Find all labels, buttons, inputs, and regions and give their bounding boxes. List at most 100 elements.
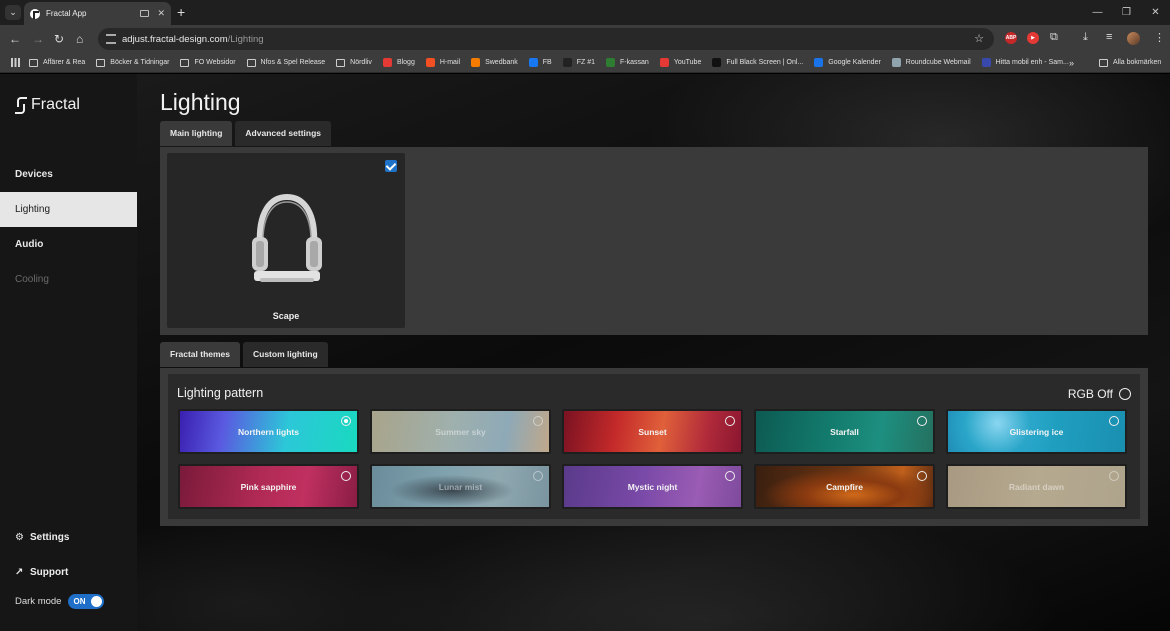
device-panel: Scape (160, 147, 1148, 335)
all-bookmarks[interactable]: Alla bokmärken (1099, 58, 1161, 67)
tab-main-lighting[interactable]: Main lighting (160, 121, 233, 146)
toggle-knob (91, 596, 103, 607)
adblock-plus-icon[interactable]: ABP (1005, 32, 1017, 44)
device-card[interactable]: Scape (167, 153, 405, 328)
tab-fractal-themes[interactable]: Fractal themes (160, 342, 240, 367)
pattern-radio[interactable] (725, 471, 735, 481)
bookmark-label: FO Websidor (194, 59, 236, 66)
pattern-tile[interactable]: Glistering ice (946, 409, 1127, 454)
bookmark-folder[interactable]: Nfos & Spel Release (246, 58, 325, 67)
bookmark-facebook[interactable]: FB (528, 58, 552, 67)
bookmark-fz[interactable]: FZ #1 (562, 58, 595, 67)
fz-icon (562, 58, 572, 67)
sidebar-item-lighting[interactable]: Lighting (0, 192, 137, 227)
pattern-radio[interactable] (533, 416, 543, 426)
tab-advanced-settings[interactable]: Advanced settings (235, 121, 331, 146)
fractal-logo[interactable]: Fractal (15, 96, 80, 114)
youtube-icon (659, 58, 669, 67)
tab-search-chevron-icon[interactable]: ⌄ (5, 5, 21, 20)
new-tab-icon[interactable]: + (177, 5, 185, 19)
bookmark-folder[interactable]: Affärer & Rea (29, 58, 85, 67)
apps-grid-icon[interactable] (11, 58, 20, 67)
home-icon[interactable]: ⌂ (76, 32, 83, 46)
bookmark-samsung[interactable]: Hitta mobil enh - Sam... (981, 58, 1069, 67)
dark-mode-value: ON (73, 597, 86, 606)
pattern-tile[interactable]: Campfire (754, 464, 935, 509)
pattern-tile[interactable]: Mystic night (562, 464, 743, 509)
bookmark-folder[interactable]: Nördliv (336, 58, 372, 67)
browser-menu-icon[interactable]: ⋮ (1154, 31, 1165, 44)
extensions-puzzle-icon[interactable]: ⧉ (1050, 31, 1058, 44)
pattern-tile[interactable]: Northern lights (178, 409, 359, 454)
device-checkbox[interactable] (385, 160, 397, 172)
tab-close-icon[interactable]: ✕ (157, 8, 165, 19)
bookmark-folder[interactable]: Böcker & Tidningar (96, 58, 170, 67)
pattern-radio[interactable] (917, 416, 927, 426)
bookmark-label: Google Kalender (828, 59, 881, 66)
bookmark-screen[interactable]: Full Black Screen | Onl... (712, 58, 803, 67)
pattern-tile[interactable]: Sunset (562, 409, 743, 454)
pattern-radio[interactable] (1109, 471, 1119, 481)
bookmark-roundcube[interactable]: Roundcube Webmail (891, 58, 971, 67)
sidebar-item-devices[interactable]: Devices (0, 157, 137, 192)
minimize-icon[interactable]: — (1083, 0, 1112, 25)
pattern-label: Radiant dawn (1008, 481, 1065, 492)
fractal-favicon-icon (30, 8, 40, 19)
support-link[interactable]: ↗ Support (15, 567, 68, 578)
site-info-icon[interactable] (106, 34, 116, 44)
rgb-off-option[interactable]: RGB Off (1068, 387, 1131, 401)
pattern-radio[interactable] (341, 471, 351, 481)
bookmark-star-icon[interactable]: ☆ (974, 32, 984, 45)
pattern-label: Campfire (826, 481, 863, 492)
pattern-tile[interactable]: Lunar mist (370, 464, 551, 509)
tab-custom-lighting[interactable]: Custom lighting (243, 342, 328, 367)
window-controls: — ❐ ✕ (1083, 0, 1170, 25)
bookmark-fkassan[interactable]: F-kassan (606, 58, 649, 67)
dark-mode-toggle[interactable]: ON (68, 594, 105, 609)
sidebar-item-audio[interactable]: Audio (0, 227, 137, 262)
profile-avatar[interactable] (1127, 32, 1140, 45)
address-bar[interactable]: adjust.fractal-design.com/Lighting ☆ (98, 28, 994, 50)
bookmark-label: Nördliv (350, 59, 372, 66)
microsoft-icon (425, 58, 435, 67)
bookmark-label: Böcker & Tidningar (110, 59, 170, 66)
device-name: Scape (272, 311, 300, 321)
forward-arrow-icon[interactable]: → (32, 32, 44, 46)
bookmark-label: Swedbank (485, 59, 518, 66)
pattern-label: Lunar mist (438, 481, 483, 492)
browser-tab[interactable]: Fractal App ✕ (24, 2, 171, 25)
settings-label: Settings (30, 532, 70, 543)
pattern-tile[interactable]: Pink sapphire (178, 464, 359, 509)
sidebar-item-cooling[interactable]: Cooling (0, 262, 137, 297)
window-close-icon[interactable]: ✕ (1141, 0, 1170, 25)
support-label: Support (30, 567, 69, 578)
pattern-tile[interactable]: Summer sky (370, 409, 551, 454)
pattern-radio[interactable] (917, 471, 927, 481)
pattern-tile[interactable]: Starfall (754, 409, 935, 454)
pattern-radio[interactable] (533, 471, 543, 481)
more-bookmarks-icon[interactable]: » (1069, 58, 1074, 68)
pattern-radio[interactable] (725, 416, 735, 426)
reload-icon[interactable]: ↻ (54, 32, 64, 46)
rgb-off-radio[interactable] (1119, 388, 1131, 400)
download-icon[interactable]: ⤓ (1083, 31, 1088, 44)
maximize-icon[interactable]: ❐ (1112, 0, 1141, 25)
pattern-label: Northern lights (238, 426, 299, 437)
pattern-radio[interactable] (341, 416, 351, 426)
sidebar: Fractal Devices Lighting Audio Cooling ⚙… (0, 74, 137, 631)
pattern-radio[interactable] (1109, 416, 1119, 426)
bookmark-calendar[interactable]: Google Kalender (814, 58, 881, 67)
bookmark-blog[interactable]: Blogg (382, 58, 415, 67)
bookmark-swedbank[interactable]: Swedbank (471, 58, 518, 67)
tab-media-icon[interactable] (140, 10, 150, 17)
bookmark-folder[interactable]: FO Websidor (180, 58, 236, 67)
pattern-tile[interactable]: Radiant dawn (946, 464, 1127, 509)
youtube-ext-icon[interactable]: ▶ (1027, 32, 1039, 44)
bookmark-youtube[interactable]: YouTube (659, 58, 701, 67)
media-controls-icon[interactable]: ≡ (1106, 31, 1112, 43)
settings-link[interactable]: ⚙ Settings (15, 532, 69, 543)
headset-image (252, 193, 322, 282)
bookmark-microsoft[interactable]: H-mail (425, 58, 460, 67)
pattern-label: Mystic night (627, 481, 678, 492)
back-arrow-icon[interactable]: ← (9, 32, 21, 46)
